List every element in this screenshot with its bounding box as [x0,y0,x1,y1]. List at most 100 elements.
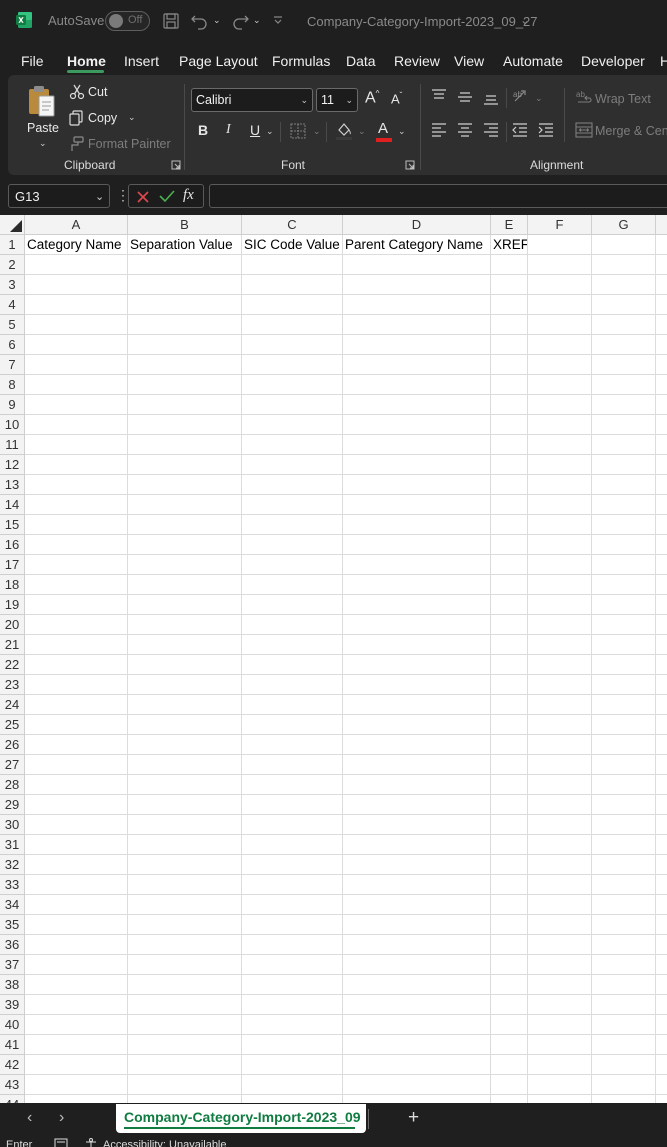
cell-h21[interactable] [656,635,667,655]
cell-e12[interactable] [491,455,528,475]
cell-c29[interactable] [242,795,343,815]
cell-f11[interactable] [528,435,592,455]
cell-d31[interactable] [343,835,491,855]
insert-function-icon[interactable]: fx [183,187,194,204]
cell-b31[interactable] [128,835,242,855]
cell-f35[interactable] [528,915,592,935]
cell-d29[interactable] [343,795,491,815]
cell-g44[interactable] [592,1095,656,1103]
cell-g25[interactable] [592,715,656,735]
cell-b26[interactable] [128,735,242,755]
cell-h3[interactable] [656,275,667,295]
cell-a6[interactable] [25,335,128,355]
cell-d17[interactable] [343,555,491,575]
cell-f33[interactable] [528,875,592,895]
cell-d20[interactable] [343,615,491,635]
cell-a42[interactable] [25,1055,128,1075]
cell-h29[interactable] [656,795,667,815]
cell-g36[interactable] [592,935,656,955]
cell-e10[interactable] [491,415,528,435]
row-header-14[interactable]: 14 [0,495,25,515]
cell-e22[interactable] [491,655,528,675]
cell-g43[interactable] [592,1075,656,1095]
cell-a19[interactable] [25,595,128,615]
cell-d6[interactable] [343,335,491,355]
row-header-3[interactable]: 3 [0,275,25,295]
cell-c11[interactable] [242,435,343,455]
cell-c14[interactable] [242,495,343,515]
cell-c12[interactable] [242,455,343,475]
cell-g11[interactable] [592,435,656,455]
cell-d2[interactable] [343,255,491,275]
cell-d13[interactable] [343,475,491,495]
cell-c37[interactable] [242,955,343,975]
cell-f42[interactable] [528,1055,592,1075]
row-header-38[interactable]: 38 [0,975,25,995]
cell-f31[interactable] [528,835,592,855]
cell-a18[interactable] [25,575,128,595]
font-color-dropdown-icon[interactable]: ⌄ [398,126,406,137]
cell-e11[interactable] [491,435,528,455]
cell-b35[interactable] [128,915,242,935]
row-header-19[interactable]: 19 [0,595,25,615]
cell-c26[interactable] [242,735,343,755]
cell-a16[interactable] [25,535,128,555]
cell-g5[interactable] [592,315,656,335]
paste-button[interactable]: Paste ⌄ [22,82,62,152]
cancel-entry-icon[interactable] [136,190,150,204]
cell-c3[interactable] [242,275,343,295]
cell-h17[interactable] [656,555,667,575]
cell-c43[interactable] [242,1075,343,1095]
cell-e13[interactable] [491,475,528,495]
cell-f37[interactable] [528,955,592,975]
cell-f15[interactable] [528,515,592,535]
tab-view[interactable]: View [454,53,484,69]
row-header-37[interactable]: 37 [0,955,25,975]
tab-formulas[interactable]: Formulas [272,53,330,69]
cell-f5[interactable] [528,315,592,335]
cell-g33[interactable] [592,875,656,895]
cell-c7[interactable] [242,355,343,375]
row-header-13[interactable]: 13 [0,475,25,495]
row-header-34[interactable]: 34 [0,895,25,915]
cell-b38[interactable] [128,975,242,995]
cell-h13[interactable] [656,475,667,495]
cell-f27[interactable] [528,755,592,775]
cell-h12[interactable] [656,455,667,475]
cell-e1[interactable]: XREF [491,235,528,255]
accessibility-status[interactable]: Accessibility: Unavailable [103,1139,227,1147]
cell-d35[interactable] [343,915,491,935]
cell-h41[interactable] [656,1035,667,1055]
bold-button[interactable]: B [198,122,208,138]
cell-e28[interactable] [491,775,528,795]
cell-h2[interactable] [656,255,667,275]
cell-h8[interactable] [656,375,667,395]
row-header-7[interactable]: 7 [0,355,25,375]
cell-h37[interactable] [656,955,667,975]
cell-e15[interactable] [491,515,528,535]
scroll-tabs-left-icon[interactable]: ‹ [27,1109,32,1127]
cell-d7[interactable] [343,355,491,375]
add-sheet-button[interactable]: + [408,1107,419,1129]
align-center-icon[interactable] [456,122,474,138]
cell-g13[interactable] [592,475,656,495]
row-header-21[interactable]: 21 [0,635,25,655]
cell-f14[interactable] [528,495,592,515]
copy-button[interactable]: Copy ⌄ [68,109,138,129]
cell-e25[interactable] [491,715,528,735]
cell-d34[interactable] [343,895,491,915]
cell-g17[interactable] [592,555,656,575]
row-header-30[interactable]: 30 [0,815,25,835]
merge-center-button[interactable]: Merge & Cen [574,121,667,141]
cell-g6[interactable] [592,335,656,355]
cell-c5[interactable] [242,315,343,335]
cell-b33[interactable] [128,875,242,895]
wrap-text-button[interactable]: ab Wrap Text [574,89,667,109]
cell-b5[interactable] [128,315,242,335]
row-header-39[interactable]: 39 [0,995,25,1015]
cell-c35[interactable] [242,915,343,935]
column-header-a[interactable]: A [25,215,128,235]
cell-e24[interactable] [491,695,528,715]
cell-d21[interactable] [343,635,491,655]
orientation-dropdown-icon[interactable]: ⌄ [535,93,543,104]
